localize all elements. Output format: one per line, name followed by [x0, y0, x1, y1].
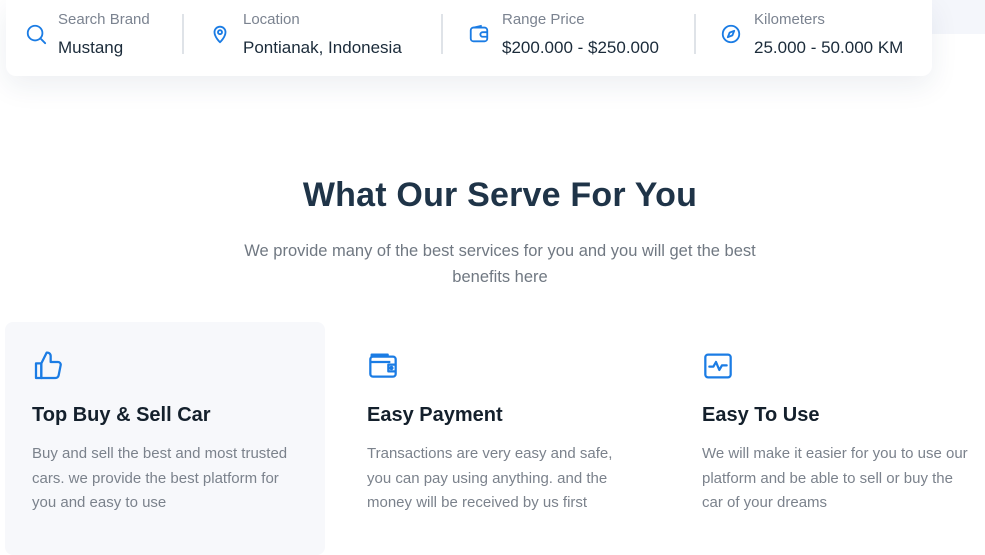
kilometers-field-label: Kilometers: [754, 11, 825, 28]
map-pin-icon: [213, 25, 227, 44]
compass-icon: [721, 24, 741, 44]
field-divider: [182, 14, 184, 54]
brand-field-label: Search Brand: [58, 11, 150, 28]
wallet-icon: [469, 24, 489, 43]
location-field[interactable]: Location Pontianak, Indonesia: [196, 0, 441, 76]
header-background-strip: [930, 0, 985, 34]
price-field-label: Range Price: [502, 11, 585, 28]
location-field-label: Location: [243, 11, 300, 28]
brand-search-field[interactable]: Search Brand Mustang: [6, 0, 181, 76]
thumbs-up-icon: [34, 351, 62, 380]
car-search-bar: Search Brand Mustang Location Pontianak,…: [6, 0, 932, 76]
service-card-description: Buy and sell the best and most trusted c…: [32, 445, 288, 511]
kilometers-field-value[interactable]: 25.000 - 50.000 KM: [754, 38, 903, 58]
service-card-title: Top Buy & Sell Car: [32, 404, 211, 426]
brand-field-value[interactable]: Mustang: [58, 38, 123, 58]
service-card-title: Easy To Use: [702, 404, 820, 426]
service-card-description: Transactions are very easy and safe, you…: [367, 445, 613, 511]
service-card-title: Easy Payment: [367, 404, 503, 426]
location-field-value[interactable]: Pontianak, Indonesia: [243, 38, 402, 58]
activity-icon: [704, 353, 732, 379]
service-card-description: We will make it easier for you to use ou…: [702, 445, 968, 511]
wallet-icon: [369, 353, 397, 378]
price-range-field[interactable]: Range Price $200.000 - $250.000: [456, 0, 694, 76]
kilometers-field[interactable]: Kilometers 25.000 - 50.000 KM: [708, 0, 932, 76]
search-icon: [26, 24, 47, 45]
field-divider: [694, 14, 696, 54]
services-section-subtitle: We provide many of the best services for…: [244, 242, 756, 286]
services-section-title: What Our Serve For You: [302, 176, 698, 214]
price-field-value[interactable]: $200.000 - $250.000: [502, 38, 659, 58]
field-divider: [441, 14, 443, 54]
